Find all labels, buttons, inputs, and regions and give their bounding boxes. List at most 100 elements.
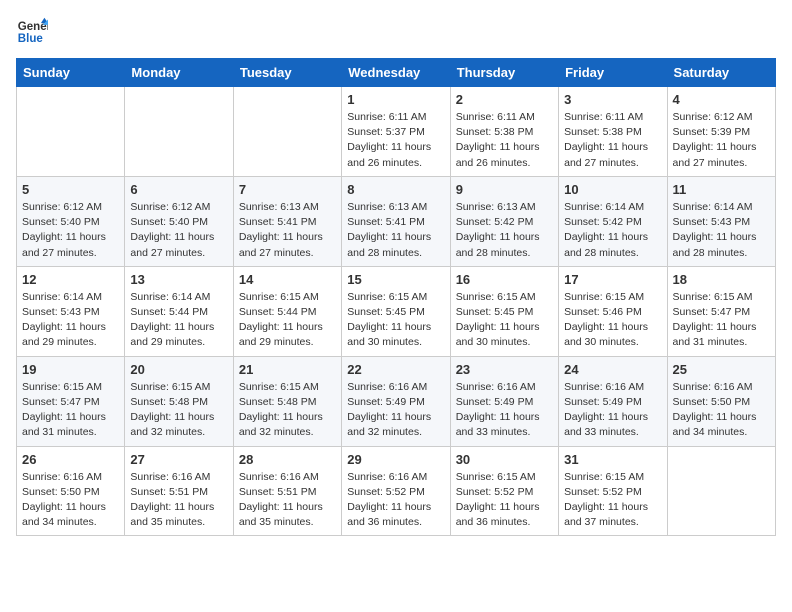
day-number: 12 bbox=[22, 272, 119, 287]
calendar-cell: 26 Sunrise: 6:16 AM Sunset: 5:50 PM Dayli… bbox=[17, 446, 125, 536]
calendar-cell: 7 Sunrise: 6:13 AM Sunset: 5:41 PM Daylig… bbox=[233, 176, 341, 266]
day-number: 15 bbox=[347, 272, 444, 287]
day-info: Sunrise: 6:15 AM Sunset: 5:48 PM Dayligh… bbox=[130, 380, 227, 441]
day-number: 9 bbox=[456, 182, 553, 197]
logo-icon: General Blue bbox=[16, 16, 48, 48]
calendar-cell: 6 Sunrise: 6:12 AM Sunset: 5:40 PM Daylig… bbox=[125, 176, 233, 266]
day-info: Sunrise: 6:11 AM Sunset: 5:37 PM Dayligh… bbox=[347, 110, 444, 171]
calendar-cell: 5Sunrise: 6:12 AM Sunset: 5:40 PM Daylig… bbox=[17, 176, 125, 266]
calendar-cell: 19 Sunrise: 6:15 AM Sunset: 5:47 PM Dayli… bbox=[17, 356, 125, 446]
day-info: Sunrise: 6:15 AM Sunset: 5:45 PM Dayligh… bbox=[456, 290, 553, 351]
svg-text:Blue: Blue bbox=[18, 33, 44, 45]
day-info: Sunrise: 6:14 AM Sunset: 5:43 PM Dayligh… bbox=[673, 200, 770, 261]
day-number: 28 bbox=[239, 452, 336, 467]
day-number: 31 bbox=[564, 452, 661, 467]
day-info: Sunrise: 6:15 AM Sunset: 5:52 PM Dayligh… bbox=[456, 470, 553, 531]
calendar-cell bbox=[125, 87, 233, 177]
day-info: Sunrise: 6:14 AM Sunset: 5:42 PM Dayligh… bbox=[564, 200, 661, 261]
calendar-week-row: 19 Sunrise: 6:15 AM Sunset: 5:47 PM Dayli… bbox=[17, 356, 776, 446]
day-number: 24 bbox=[564, 362, 661, 377]
calendar-cell: 18Sunrise: 6:15 AM Sunset: 5:47 PM Dayli… bbox=[667, 266, 775, 356]
calendar-cell: 9 Sunrise: 6:13 AM Sunset: 5:42 PM Daylig… bbox=[450, 176, 558, 266]
day-number: 7 bbox=[239, 182, 336, 197]
day-info: Sunrise: 6:12 AM Sunset: 5:40 PM Dayligh… bbox=[22, 200, 119, 261]
day-info: Sunrise: 6:16 AM Sunset: 5:49 PM Dayligh… bbox=[456, 380, 553, 441]
day-info: Sunrise: 6:15 AM Sunset: 5:46 PM Dayligh… bbox=[564, 290, 661, 351]
day-number: 26 bbox=[22, 452, 119, 467]
day-number: 16 bbox=[456, 272, 553, 287]
calendar-cell: 29 Sunrise: 6:16 AM Sunset: 5:52 PM Dayli… bbox=[342, 446, 450, 536]
day-info: Sunrise: 6:11 AM Sunset: 5:38 PM Dayligh… bbox=[456, 110, 553, 171]
day-number: 27 bbox=[130, 452, 227, 467]
day-info: Sunrise: 6:16 AM Sunset: 5:50 PM Dayligh… bbox=[673, 380, 770, 441]
calendar-cell: 25Sunrise: 6:16 AM Sunset: 5:50 PM Dayli… bbox=[667, 356, 775, 446]
day-number: 10 bbox=[564, 182, 661, 197]
calendar-cell: 2 Sunrise: 6:11 AM Sunset: 5:38 PM Daylig… bbox=[450, 87, 558, 177]
day-number: 19 bbox=[22, 362, 119, 377]
logo: General Blue bbox=[16, 16, 48, 48]
day-number: 30 bbox=[456, 452, 553, 467]
day-number: 2 bbox=[456, 92, 553, 107]
day-info: Sunrise: 6:15 AM Sunset: 5:48 PM Dayligh… bbox=[239, 380, 336, 441]
day-info: Sunrise: 6:16 AM Sunset: 5:52 PM Dayligh… bbox=[347, 470, 444, 531]
col-header-wednesday: Wednesday bbox=[342, 59, 450, 87]
calendar-cell: 15 Sunrise: 6:15 AM Sunset: 5:45 PM Dayli… bbox=[342, 266, 450, 356]
day-number: 6 bbox=[130, 182, 227, 197]
day-number: 13 bbox=[130, 272, 227, 287]
calendar-cell: 30 Sunrise: 6:15 AM Sunset: 5:52 PM Dayli… bbox=[450, 446, 558, 536]
calendar-cell: 21 Sunrise: 6:15 AM Sunset: 5:48 PM Dayli… bbox=[233, 356, 341, 446]
day-number: 11 bbox=[673, 182, 770, 197]
calendar-cell: 8Sunrise: 6:13 AM Sunset: 5:41 PM Daylig… bbox=[342, 176, 450, 266]
calendar-cell bbox=[17, 87, 125, 177]
day-info: Sunrise: 6:16 AM Sunset: 5:50 PM Dayligh… bbox=[22, 470, 119, 531]
calendar-cell bbox=[233, 87, 341, 177]
day-number: 17 bbox=[564, 272, 661, 287]
day-info: Sunrise: 6:15 AM Sunset: 5:44 PM Dayligh… bbox=[239, 290, 336, 351]
day-number: 3 bbox=[564, 92, 661, 107]
day-number: 4 bbox=[673, 92, 770, 107]
day-info: Sunrise: 6:14 AM Sunset: 5:44 PM Dayligh… bbox=[130, 290, 227, 351]
calendar-week-row: 1 Sunrise: 6:11 AM Sunset: 5:37 PM Daylig… bbox=[17, 87, 776, 177]
day-info: Sunrise: 6:15 AM Sunset: 5:52 PM Dayligh… bbox=[564, 470, 661, 531]
day-info: Sunrise: 6:12 AM Sunset: 5:39 PM Dayligh… bbox=[673, 110, 770, 171]
col-header-saturday: Saturday bbox=[667, 59, 775, 87]
day-number: 20 bbox=[130, 362, 227, 377]
day-info: Sunrise: 6:16 AM Sunset: 5:49 PM Dayligh… bbox=[347, 380, 444, 441]
calendar-cell: 22 Sunrise: 6:16 AM Sunset: 5:49 PM Dayli… bbox=[342, 356, 450, 446]
day-number: 22 bbox=[347, 362, 444, 377]
day-number: 8 bbox=[347, 182, 444, 197]
calendar-cell: 27 Sunrise: 6:16 AM Sunset: 5:51 PM Dayli… bbox=[125, 446, 233, 536]
page-header: General Blue bbox=[16, 16, 776, 48]
calendar-cell: 24 Sunrise: 6:16 AM Sunset: 5:49 PM Dayli… bbox=[559, 356, 667, 446]
day-info: Sunrise: 6:13 AM Sunset: 5:42 PM Dayligh… bbox=[456, 200, 553, 261]
calendar-cell: 16 Sunrise: 6:15 AM Sunset: 5:45 PM Dayli… bbox=[450, 266, 558, 356]
col-header-monday: Monday bbox=[125, 59, 233, 87]
day-info: Sunrise: 6:16 AM Sunset: 5:51 PM Dayligh… bbox=[130, 470, 227, 531]
calendar-week-row: 12Sunrise: 6:14 AM Sunset: 5:43 PM Dayli… bbox=[17, 266, 776, 356]
day-number: 23 bbox=[456, 362, 553, 377]
day-info: Sunrise: 6:12 AM Sunset: 5:40 PM Dayligh… bbox=[130, 200, 227, 261]
calendar-week-row: 5Sunrise: 6:12 AM Sunset: 5:40 PM Daylig… bbox=[17, 176, 776, 266]
day-number: 1 bbox=[347, 92, 444, 107]
day-info: Sunrise: 6:15 AM Sunset: 5:47 PM Dayligh… bbox=[22, 380, 119, 441]
day-info: Sunrise: 6:16 AM Sunset: 5:49 PM Dayligh… bbox=[564, 380, 661, 441]
day-info: Sunrise: 6:11 AM Sunset: 5:38 PM Dayligh… bbox=[564, 110, 661, 171]
day-number: 29 bbox=[347, 452, 444, 467]
calendar-cell: 23 Sunrise: 6:16 AM Sunset: 5:49 PM Dayli… bbox=[450, 356, 558, 446]
day-number: 14 bbox=[239, 272, 336, 287]
calendar-cell: 31 Sunrise: 6:15 AM Sunset: 5:52 PM Dayli… bbox=[559, 446, 667, 536]
day-number: 21 bbox=[239, 362, 336, 377]
day-info: Sunrise: 6:16 AM Sunset: 5:51 PM Dayligh… bbox=[239, 470, 336, 531]
day-info: Sunrise: 6:15 AM Sunset: 5:45 PM Dayligh… bbox=[347, 290, 444, 351]
calendar-header-row: SundayMondayTuesdayWednesdayThursdayFrid… bbox=[17, 59, 776, 87]
calendar-table: SundayMondayTuesdayWednesdayThursdayFrid… bbox=[16, 58, 776, 536]
col-header-friday: Friday bbox=[559, 59, 667, 87]
calendar-week-row: 26 Sunrise: 6:16 AM Sunset: 5:50 PM Dayli… bbox=[17, 446, 776, 536]
calendar-cell: 28 Sunrise: 6:16 AM Sunset: 5:51 PM Dayli… bbox=[233, 446, 341, 536]
calendar-cell: 10 Sunrise: 6:14 AM Sunset: 5:42 PM Dayli… bbox=[559, 176, 667, 266]
day-info: Sunrise: 6:13 AM Sunset: 5:41 PM Dayligh… bbox=[239, 200, 336, 261]
calendar-cell: 13 Sunrise: 6:14 AM Sunset: 5:44 PM Dayli… bbox=[125, 266, 233, 356]
calendar-cell: 17 Sunrise: 6:15 AM Sunset: 5:46 PM Dayli… bbox=[559, 266, 667, 356]
calendar-cell: 12Sunrise: 6:14 AM Sunset: 5:43 PM Dayli… bbox=[17, 266, 125, 356]
col-header-sunday: Sunday bbox=[17, 59, 125, 87]
